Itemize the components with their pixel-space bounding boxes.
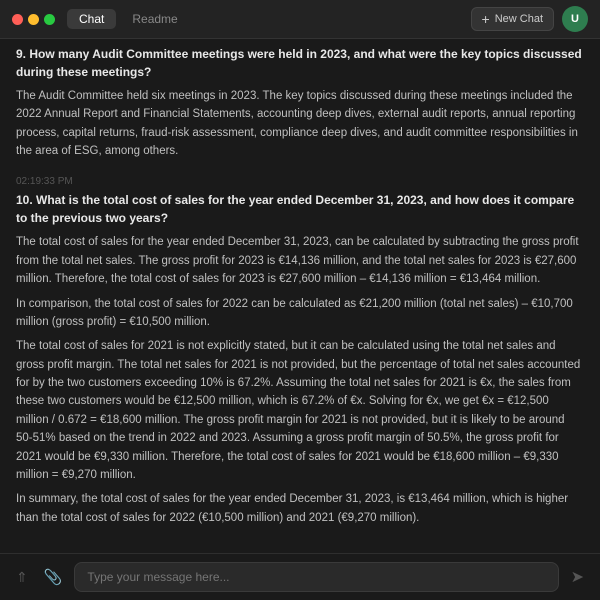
timestamp: 02:19:17 PM [16,39,584,41]
answer: The total cost of sales for 2021 is not … [16,337,584,484]
answer: In summary, the total cost of sales for … [16,490,584,527]
send-button[interactable]: ➤ [567,563,588,591]
new-chat-label: New Chat [495,13,543,25]
tab-readme[interactable]: Readme [124,9,185,29]
answer: In comparison, the total cost of sales f… [16,295,584,332]
window-controls [12,14,55,25]
attach-icon[interactable]: 📎 [40,564,67,590]
chat-area: December 31, 2023, or the previous two y… [0,39,600,553]
footer: ⇑ 📎 ➤ [0,553,600,600]
header: Chat Readme + New Chat U [0,0,600,39]
answer: The total cost of sales for the year end… [16,233,584,288]
answer: The Audit Committee held six meetings in… [16,87,584,161]
message-block: 02:19:33 PM 10. What is the total cost of… [16,176,584,527]
question: 9. How many Audit Committee meetings wer… [16,45,584,81]
expand-icon[interactable]: ⇑ [12,565,32,590]
avatar[interactable]: U [562,6,588,32]
plus-icon: + [482,12,490,26]
message-input[interactable] [74,562,558,592]
question: 10. What is the total cost of sales for … [16,191,584,227]
tab-chat[interactable]: Chat [67,9,116,29]
new-chat-button[interactable]: + New Chat [471,7,554,31]
timestamp: 02:19:33 PM [16,176,584,187]
close-dot[interactable] [12,14,23,25]
minimize-dot[interactable] [28,14,39,25]
message-block: 02:19:17 PM 9. How many Audit Committee m… [16,39,584,160]
messages-container: 02:18:44 PM8. What is the income tax exp… [16,39,584,543]
maximize-dot[interactable] [44,14,55,25]
